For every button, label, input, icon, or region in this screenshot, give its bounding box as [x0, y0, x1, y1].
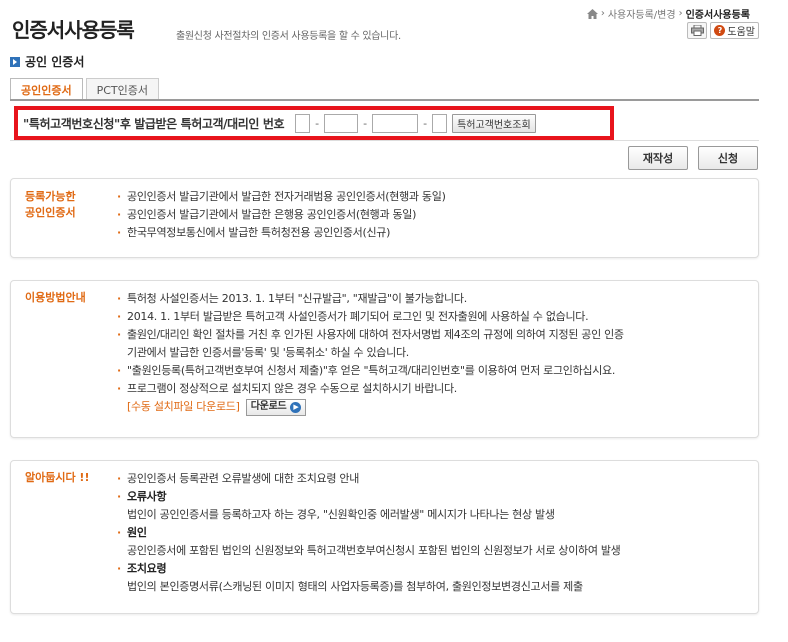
list-item: 법인의 본인증명서류(스캐닝된 이미지 형태의 사업자등록증)를 첨부하여, 출… [127, 580, 583, 593]
tab-pct-cert[interactable]: PCT인증서 [85, 78, 160, 100]
download-button[interactable]: 다운로드 ▶ [245, 398, 307, 416]
customer-number-input-4[interactable] [432, 113, 448, 133]
tab-public-cert[interactable]: 공인인증서 [10, 78, 83, 100]
list-item: 출원인/대리인 확인 절차를 거친 후 인가된 사용자에 대하여 전자서명법 제… [117, 326, 624, 344]
list-item: 공인인증서에 포함된 법인의 신원정보와 특허고객번호부여신청시 포함된 법인의… [127, 544, 621, 557]
list-item: 2014. 1. 1부터 발급받은 특허고객 사설인증서가 폐기되어 로그인 및… [117, 308, 624, 326]
usage-guide-title: 이용방법안내 [25, 291, 86, 304]
customer-number-input-3[interactable] [372, 113, 419, 133]
page-title: 인증서사용등록 [12, 18, 135, 42]
utility-buttons: ? 도움말 [687, 22, 759, 39]
chevron-right-icon: › [600, 8, 605, 19]
apply-button[interactable]: 신청 [698, 146, 758, 170]
customer-number-input-2[interactable] [324, 113, 359, 133]
breadcrumb: › 사용자등록/변경 › 인증서사용등록 [586, 6, 750, 21]
list-item: 공인인증서 발급기관에서 발급한 은행용 공인인증서(현행과 동일) [117, 206, 446, 224]
notice-title: 알아둡시다 !! [25, 471, 90, 484]
rewrite-button[interactable]: 재작성 [628, 146, 688, 170]
list-item: 프로그램이 정상적으로 설치되지 않은 경우 수동으로 설치하시기 바랍니다. [117, 380, 624, 398]
home-icon[interactable] [586, 8, 598, 19]
section-title: 공인 인증서 [10, 53, 84, 70]
list-item: "출원인등록(특허고객번호부여 신청서 제출)"후 얻은 "특허고객/대리인번호… [117, 362, 624, 380]
tab-bar: 공인인증서 PCT인증서 [10, 78, 162, 100]
breadcrumb-item-user-reg[interactable]: 사용자등록/변경 [608, 6, 676, 21]
notice-box: 알아둡시다 !! 공인인증서 등록관련 오류발생에 대한 조치요령 안내 오류사… [10, 460, 759, 614]
customer-number-input-1[interactable] [295, 113, 311, 133]
print-button[interactable] [687, 22, 708, 39]
download-row: [수동 설치파일 다운로드] 다운로드 ▶ [117, 398, 624, 416]
help-label: 도움말 [727, 27, 755, 38]
tab-divider [10, 99, 759, 101]
registrable-cert-title: 등록가능한 공인인증서 [25, 190, 76, 219]
customer-number-inputs: - - - 특허고객번호조회 [295, 113, 536, 133]
notice-list: 공인인증서 등록관련 오류발생에 대한 조치요령 안내 오류사항 법인이 공인인… [117, 470, 621, 596]
usage-guide-list: 특허청 사설인증서는 2013. 1. 1부터 "신규발급", "재발급"이 불… [117, 290, 624, 416]
arrow-right-icon: ▶ [290, 401, 302, 413]
printer-icon [690, 25, 704, 36]
registrable-cert-box: 등록가능한 공인인증서 공인인증서 발급기관에서 발급한 전자거래범용 공인인증… [10, 178, 759, 258]
list-item: 기관에서 발급한 인증서를'등록' 및 '등록취소' 하실 수 있습니다. [127, 346, 409, 359]
help-button[interactable]: ? 도움말 [710, 22, 759, 39]
customer-number-label: "특허고객번호신청"후 발급받은 특허고객/대리인 번호 [23, 116, 285, 131]
list-item: 공인인증서 발급기관에서 발급한 전자거래범용 공인인증서(현행과 동일) [117, 188, 446, 206]
customer-number-row: "특허고객번호신청"후 발급받은 특허고객/대리인 번호 - - - 특허고객번… [14, 106, 614, 140]
separator: - [315, 116, 320, 130]
breadcrumb-item-current: 인증서사용등록 [685, 10, 750, 21]
separator: - [363, 116, 368, 130]
list-item: 한국무역정보통신에서 발급한 특허청전용 공인인증서(신규) [117, 224, 446, 242]
customer-number-lookup-button[interactable]: 특허고객번호조회 [452, 113, 536, 133]
chevron-right-icon: › [678, 8, 683, 19]
question-icon: ? [714, 25, 726, 36]
separator: - [423, 116, 428, 130]
list-item: 공인인증서 등록관련 오류발생에 대한 조치요령 안내 [117, 470, 621, 488]
manual-install-link[interactable]: [수동 설치파일 다운로드] [127, 400, 240, 413]
usage-guide-box: 이용방법안내 특허청 사설인증서는 2013. 1. 1부터 "신규발급", "… [10, 280, 759, 438]
section-arrow-icon [10, 56, 20, 67]
list-item: 법인이 공인인증서를 등록하고자 하는 경우, "신원확인중 에러발생" 메시지… [127, 508, 555, 521]
list-item-heading: 원인 [117, 524, 621, 542]
page-description: 출원신청 사전절차의 인증서 사용등록을 할 수 있습니다. [176, 31, 401, 42]
list-item-heading: 조치요령 [117, 560, 621, 578]
list-item: 특허청 사설인증서는 2013. 1. 1부터 "신규발급", "재발급"이 불… [117, 290, 624, 308]
list-item-heading: 오류사항 [117, 488, 621, 506]
row-divider [10, 140, 759, 141]
registrable-cert-list: 공인인증서 발급기관에서 발급한 전자거래범용 공인인증서(현행과 동일) 공인… [117, 188, 446, 242]
section-title-text: 공인 인증서 [25, 55, 85, 69]
